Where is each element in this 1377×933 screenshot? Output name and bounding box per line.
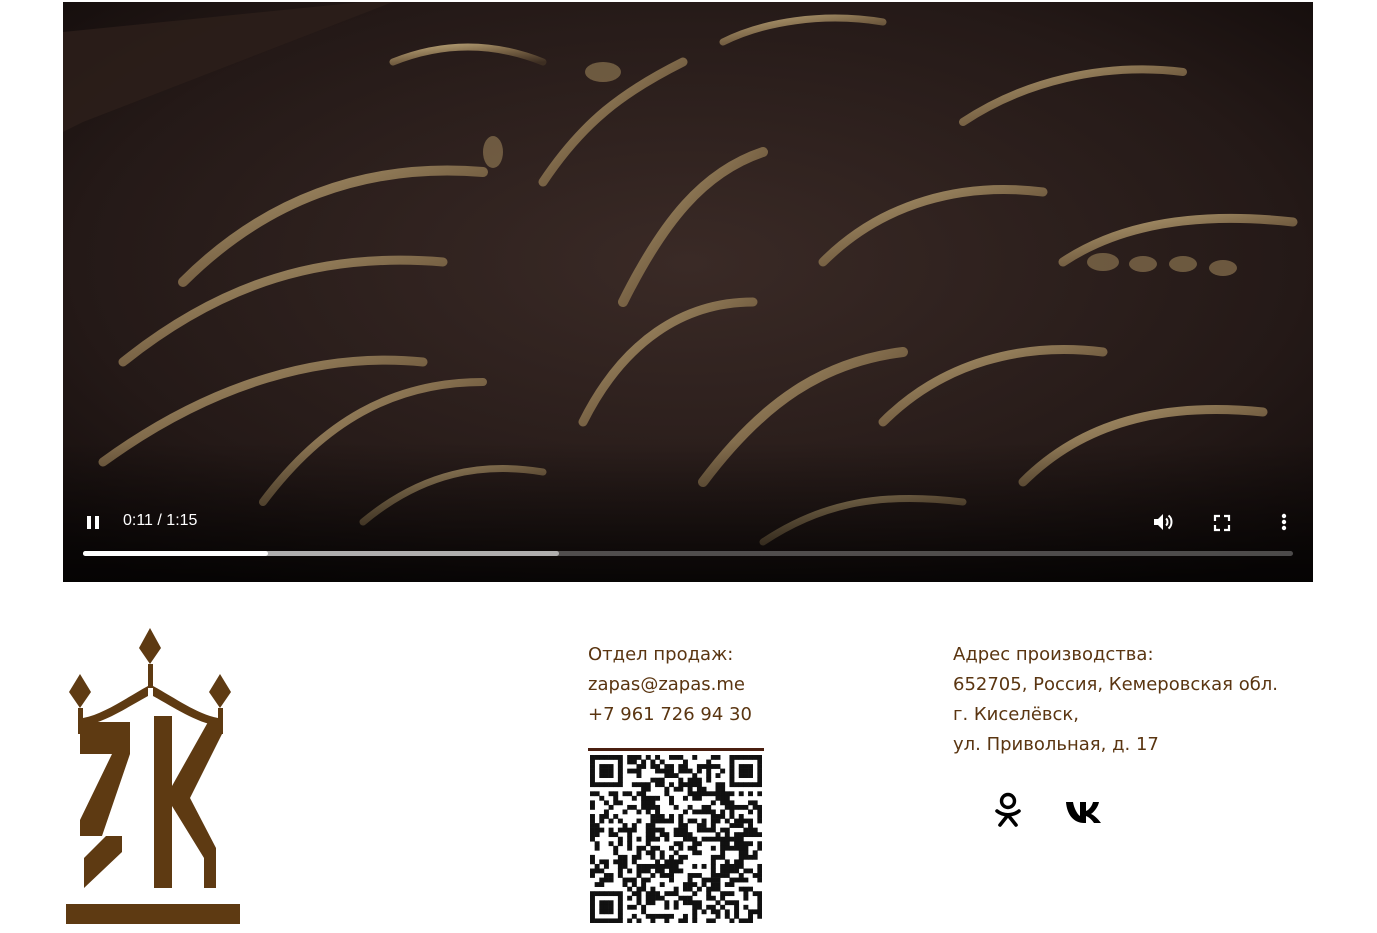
pause-button[interactable]: [83, 510, 105, 534]
qr-divider: [588, 748, 764, 751]
sales-email-link[interactable]: zapas@zapas.me: [588, 670, 752, 700]
address-line-3: ул. Привольная, д. 17: [953, 734, 1159, 755]
vk-link[interactable]: [1064, 790, 1104, 830]
more-options-button[interactable]: [1273, 510, 1295, 534]
more-vertical-icon: [1281, 513, 1287, 531]
company-logo: [66, 628, 240, 924]
address-heading: Адрес производства:: [953, 644, 1154, 665]
odnoklassniki-icon: [995, 792, 1021, 827]
production-address: Адрес производства: 652705, Россия, Кеме…: [953, 640, 1278, 760]
address-line-2: г. Киселёвск,: [953, 704, 1080, 725]
progress-played: [83, 551, 269, 556]
sales-phone-link[interactable]: +7 961 726 94 30: [588, 700, 752, 730]
qr-code: [588, 748, 764, 926]
sales-contacts: Отдел продаж: zapas@zapas.me +7 961 726 …: [588, 640, 752, 730]
fullscreen-button[interactable]: [1211, 512, 1233, 534]
qr-code-icon: [590, 755, 762, 923]
fullscreen-icon: [1213, 514, 1231, 532]
controls-shade: [63, 442, 1313, 582]
pause-icon: [87, 516, 99, 529]
volume-button[interactable]: [1151, 510, 1175, 534]
sales-heading: Отдел продаж:: [588, 644, 734, 665]
volume-icon: [1154, 514, 1173, 530]
odnoklassniki-link[interactable]: [988, 790, 1028, 830]
time-display: 0:11 / 1:15: [123, 512, 198, 529]
address-line-1: 652705, Россия, Кемеровская обл.: [953, 674, 1279, 695]
vk-icon: [1066, 802, 1101, 823]
video-player[interactable]: 0:11 / 1:15: [63, 2, 1313, 582]
progress-bar[interactable]: [83, 551, 1293, 556]
